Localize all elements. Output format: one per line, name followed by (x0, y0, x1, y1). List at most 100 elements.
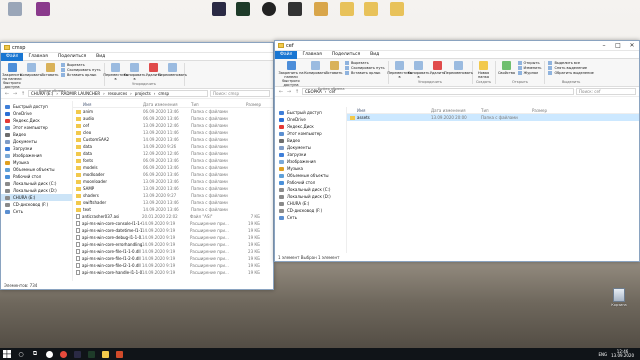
nav-item[interactable]: Изображения (275, 158, 346, 165)
col-date[interactable]: Дата изменения (143, 102, 191, 107)
copy-path-button[interactable]: Скопировать путь (345, 66, 385, 70)
col-type[interactable]: Тип (481, 108, 521, 113)
nav-item[interactable]: Сеть (275, 214, 346, 221)
col-type[interactable]: Тип (191, 102, 235, 107)
breadcrumb[interactable]: cmsp (158, 91, 169, 96)
file-row[interactable]: swiftshader 13.09.2020 13:46 Папка с файла… (73, 199, 273, 206)
history-button[interactable]: Журнал (518, 71, 542, 75)
edit-button[interactable]: Изменить (518, 66, 542, 70)
desktop-icon[interactable] (256, 2, 282, 32)
taskbar-app-icon[interactable] (112, 348, 126, 360)
desktop-icon[interactable] (334, 2, 360, 32)
nav-item[interactable]: Локальный диск (C:) (1, 180, 72, 187)
taskbar-app-icon[interactable] (70, 348, 84, 360)
col-name[interactable]: Имя (347, 108, 431, 113)
properties-button[interactable]: Свойства (498, 61, 515, 80)
file-row[interactable]: api-ms-win-core-file-l2-1-0.dll 14.09.202… (73, 262, 273, 269)
nav-item[interactable]: CHURA (E:) (275, 200, 346, 207)
close-button[interactable]: ✕ (625, 41, 639, 51)
taskbar-app-icon[interactable] (84, 348, 98, 360)
file-row[interactable]: cef 13.09.2020 12:46 Папка с файлами (73, 122, 273, 129)
nav-item[interactable]: Быстрый доступ (275, 109, 346, 116)
paste-shortcut-button[interactable]: Вставить ярлык (61, 73, 101, 77)
tab-share[interactable]: Поделиться (327, 51, 365, 59)
minimize-button[interactable]: – (597, 41, 611, 51)
tab-view[interactable]: Вид (91, 53, 110, 61)
nav-item[interactable]: Музыка (275, 165, 346, 172)
file-row[interactable]: api-ms-win-core-errorhandling-l1-1-0.dll… (73, 241, 273, 248)
title-bar[interactable]: cmsp (1, 43, 273, 53)
copy-button[interactable]: Копировать (304, 61, 326, 87)
nav-item[interactable]: Быстрый доступ (1, 103, 72, 110)
file-row[interactable]: data 14.09.2020 9:26 Папка с файлами (73, 143, 273, 150)
pin-button[interactable]: Закрепить на панели быстрого доступа (278, 61, 304, 87)
clock[interactable]: 12:46 13.09.2020 (611, 349, 634, 359)
nav-item[interactable]: OneDrive (1, 110, 72, 117)
col-size[interactable]: Размер (235, 102, 261, 107)
nav-item[interactable]: Рабочий стол (1, 173, 72, 180)
search-icon[interactable]: ○ (14, 348, 28, 360)
search-input[interactable]: Поиск: cmsp (210, 90, 270, 97)
nav-item[interactable]: Этот компьютер (275, 130, 346, 137)
select-none-button[interactable]: Снять выделение (548, 66, 593, 70)
file-row[interactable]: assets 13.09.2020 20:00 Папка с файлами (347, 114, 639, 121)
nav-item[interactable]: CHURA (E:) (1, 194, 72, 201)
move-to-button[interactable]: Переместить в (387, 61, 412, 80)
open-button[interactable]: Открыть (518, 61, 542, 65)
desktop-icon[interactable] (282, 2, 308, 32)
taskbar-app-icon[interactable] (42, 348, 56, 360)
col-name[interactable]: Имя (73, 102, 143, 107)
file-explorer-icon[interactable] (98, 348, 112, 360)
title-bar[interactable]: cef – □ ✕ (275, 41, 639, 51)
desktop-icon[interactable] (206, 2, 232, 32)
rename-button[interactable]: Переименовать (444, 61, 473, 80)
file-row[interactable]: api-ms-win-core-handle-l1-1-0.dll 14.09.2… (73, 269, 273, 276)
search-input[interactable]: Поиск: cef (576, 88, 636, 95)
paste-shortcut-button[interactable]: Вставить ярлык (345, 71, 385, 75)
nav-item[interactable]: Изображения (1, 152, 72, 159)
nav-item[interactable]: Видео (275, 137, 346, 144)
breadcrumb[interactable]: resources (108, 91, 127, 96)
nav-item[interactable]: OneDrive (275, 116, 346, 123)
pin-button[interactable]: Закрепить на панели быстрого доступа (2, 63, 22, 89)
nav-item[interactable]: Объемные объекты (275, 172, 346, 179)
file-row[interactable]: cleo 13.09.2020 11:46 Папка с файлами (73, 129, 273, 136)
nav-item[interactable]: Локальный диск (C:) (275, 186, 346, 193)
nav-item[interactable]: Объемные объекты (1, 166, 72, 173)
file-row[interactable]: models 06.09.2020 13:46 Папка с файлами (73, 164, 273, 171)
nav-item[interactable]: Видео (1, 131, 72, 138)
file-row[interactable]: audio 06.09.2020 13:46 Папка с файлами (73, 115, 273, 122)
taskbar-app-icon[interactable] (56, 348, 70, 360)
file-row[interactable]: SAMP 13.09.2020 13:46 Папка с файлами (73, 185, 273, 192)
file-row[interactable]: api-ms-win-core-debug-l1-1-0.dll 14.09.20… (73, 234, 273, 241)
desktop-icon[interactable] (2, 2, 28, 32)
nav-item[interactable]: CD-дисковод (F:) (275, 207, 346, 214)
copy-to-button[interactable]: Копировать в (408, 61, 429, 80)
file-row[interactable]: shaders 13.09.2020 9:27 Папка с файлами (73, 192, 273, 199)
file-row[interactable]: api-ms-win-core-file-l1-1-0.dll 14.09.202… (73, 248, 273, 255)
nav-item[interactable]: Этот компьютер (1, 124, 72, 131)
language-indicator[interactable]: ENG (598, 352, 607, 357)
nav-item[interactable]: Рабочий стол (275, 179, 346, 186)
file-row[interactable]: anticrasher037.asi 20.01.2020 22:02 Файл "… (73, 213, 273, 220)
file-row[interactable]: modloader 06.09.2020 13:46 Папка с файлами (73, 171, 273, 178)
col-date[interactable]: Дата изменения (431, 108, 481, 113)
paste-button[interactable]: Вставить (326, 61, 342, 87)
invert-selection-button[interactable]: Обратить выделение (548, 71, 593, 75)
tab-home[interactable]: Главная (23, 53, 52, 61)
nav-item[interactable]: Документы (275, 144, 346, 151)
move-to-button[interactable]: Переместить в (103, 63, 128, 82)
select-all-button[interactable]: Выделить все (548, 61, 593, 65)
nav-item[interactable]: Музыка (1, 159, 72, 166)
copy-to-button[interactable]: Копировать в (124, 63, 145, 82)
cut-button[interactable]: Вырезать (61, 63, 101, 67)
file-row[interactable]: moonloader 13.09.2020 13:46 Папка с файлам… (73, 178, 273, 185)
file-row[interactable]: data 12.09.2020 12:46 Папка с файлами (73, 150, 273, 157)
tab-view[interactable]: Вид (365, 51, 384, 59)
copy-button[interactable]: Копировать (20, 63, 42, 89)
desktop-icon[interactable] (230, 2, 256, 32)
nav-item[interactable]: Локальный диск (D:) (275, 193, 346, 200)
col-size[interactable]: Размер (521, 108, 547, 113)
nav-item[interactable]: Сеть (1, 208, 72, 215)
nav-item[interactable]: Документы (1, 138, 72, 145)
